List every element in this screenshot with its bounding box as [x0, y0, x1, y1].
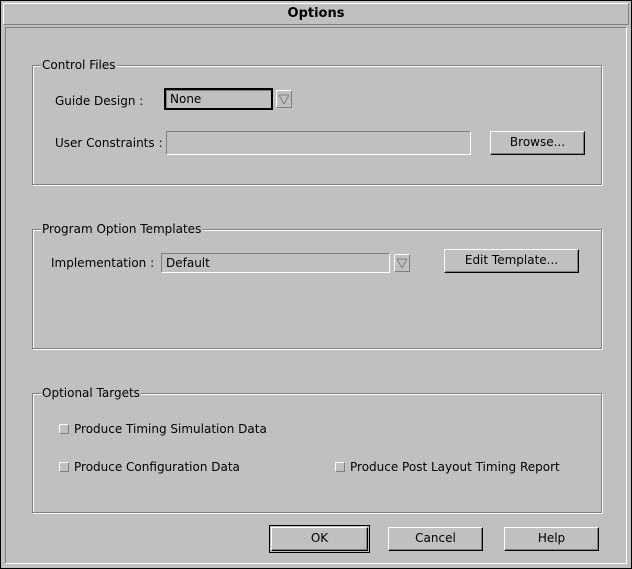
- implementation-label: Implementation :: [51, 256, 155, 270]
- guide-design-label: Guide Design :: [55, 94, 144, 108]
- configuration-data-label: Produce Configuration Data: [74, 460, 240, 474]
- edit-template-button[interactable]: Edit Template...: [444, 249, 579, 273]
- guide-design-select[interactable]: None: [164, 88, 273, 110]
- user-constraints-input[interactable]: [166, 131, 471, 155]
- templates-legend: Program Option Templates: [41, 222, 203, 236]
- timing-simulation-checkbox[interactable]: [59, 424, 69, 434]
- guide-design-dropdown-button[interactable]: [276, 90, 292, 108]
- implementation-select[interactable]: Default: [161, 253, 390, 273]
- ok-button[interactable]: OK: [269, 525, 370, 553]
- chevron-down-icon: [279, 94, 289, 104]
- optional-targets-legend: Optional Targets: [41, 386, 141, 400]
- timing-simulation-label: Produce Timing Simulation Data: [74, 422, 267, 436]
- optional-targets-group: Optional Targets: [32, 386, 602, 513]
- cancel-button[interactable]: Cancel: [388, 527, 483, 551]
- options-dialog: Options Control Files Guide Design : Non…: [0, 0, 632, 569]
- configuration-data-checkbox[interactable]: [59, 462, 69, 472]
- chevron-down-icon: [397, 258, 407, 268]
- implementation-dropdown-button[interactable]: [394, 254, 410, 272]
- control-files-legend: Control Files: [41, 58, 117, 72]
- user-constraints-label: User Constraints :: [55, 136, 163, 150]
- help-button[interactable]: Help: [504, 527, 599, 551]
- templates-group: Program Option Templates: [32, 222, 602, 349]
- dialog-title: Options: [3, 3, 629, 25]
- post-layout-timing-label: Produce Post Layout Timing Report: [350, 460, 560, 474]
- control-files-group: Control Files: [32, 58, 602, 185]
- post-layout-timing-checkbox[interactable]: [335, 462, 345, 472]
- browse-button[interactable]: Browse...: [490, 131, 585, 155]
